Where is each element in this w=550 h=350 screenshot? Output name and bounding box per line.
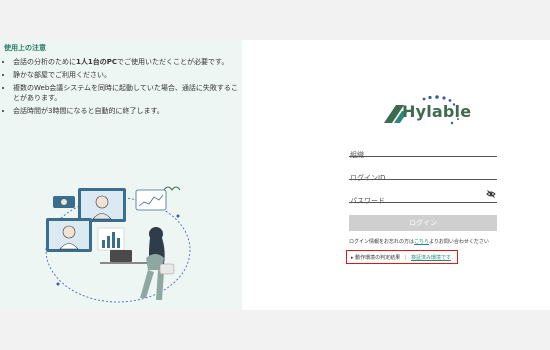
- forgot-login-help: ログイン情報をお忘れの方はこちらよりお問い合わせください: [349, 239, 489, 245]
- organization-field[interactable]: [349, 142, 497, 161]
- usage-notes: 使用上の注意 会話の分析のために1人1台のPCでご使用いただくことが必要です。 …: [4, 43, 240, 119]
- usage-note-item: 会話時間が3時間になると自動的に終了します。: [13, 106, 240, 116]
- password-input[interactable]: [349, 195, 480, 207]
- top-bar: [0, 0, 550, 40]
- usage-notes-list: 会話の分析のために1人1台のPCでご使用いただくことが必要です。 静かな部屋でご…: [4, 57, 240, 116]
- contact-link[interactable]: こちら: [414, 239, 429, 245]
- eye-off-icon[interactable]: [486, 189, 496, 199]
- environment-check-label: ▸ 動作環境の判定結果: [351, 255, 401, 261]
- usage-note-item: 複数のWeb会議システムを同時に起動していた場合、通話に失敗することがあります。: [13, 83, 240, 103]
- usage-note-item: 会話の分析のために1人1台のPCでご使用いただくことが必要です。: [13, 57, 240, 67]
- logo-text: Hylable: [402, 102, 472, 121]
- separator: |: [404, 255, 407, 261]
- usage-note-item: 静かな部屋でご利用ください。: [13, 70, 240, 80]
- login-id-input[interactable]: [349, 172, 480, 184]
- login-id-field[interactable]: [349, 165, 497, 184]
- usage-notes-title: 使用上の注意: [4, 44, 46, 52]
- environment-check-box: ▸ 動作環境の判定結果 | 検証済み環境です: [346, 250, 458, 264]
- environment-check-result-link[interactable]: 検証済み環境です: [411, 255, 451, 261]
- password-field[interactable]: [349, 188, 497, 207]
- hylable-logo: Hylable: [384, 95, 471, 127]
- bottom-bar: [0, 310, 550, 350]
- usage-notes-panel: 使用上の注意 会話の分析のために1人1台のPCでご使用いただくことが必要です。 …: [0, 40, 242, 310]
- login-panel: Hylable ログイン ログイン情報をお忘れの方はこちらよりお問い合わせくださ…: [242, 40, 550, 310]
- online-meeting-illustration: [45, 186, 191, 303]
- login-button[interactable]: ログイン: [349, 215, 497, 231]
- organization-input[interactable]: [349, 149, 480, 161]
